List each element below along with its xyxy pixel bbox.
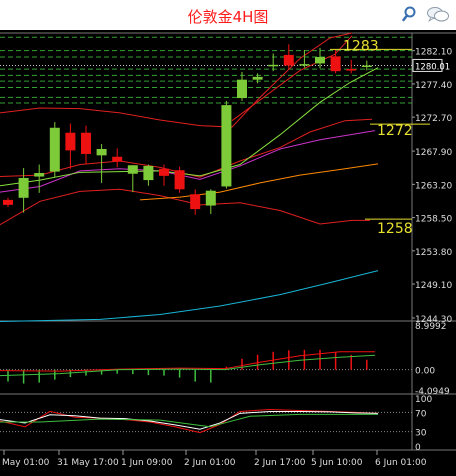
upper-band-line xyxy=(0,32,353,128)
candle xyxy=(252,73,263,84)
x-tick-label: 5 Jun 10:00 xyxy=(311,458,363,468)
x-tick-label: 31 May 17:00 xyxy=(57,458,119,468)
trend-line xyxy=(231,35,353,122)
annotation-label: 1272 xyxy=(377,123,413,139)
ma-cyan-line xyxy=(0,270,379,323)
candle xyxy=(174,166,185,193)
candle xyxy=(49,122,60,178)
price-tick-label: 1277.40 xyxy=(415,81,452,91)
x-tick-label: 2 Jun 17:00 xyxy=(254,458,306,468)
price-tick-label: 1272.70 xyxy=(415,114,452,124)
x-tick-label: 2 Jun 01:00 xyxy=(184,458,236,468)
oscillator-tick-label: 70 xyxy=(415,409,427,419)
price-tick-label: 1267.90 xyxy=(415,148,452,158)
chart-window: 伦敦金4H图 1282.10 1277.40 1272.70 1267.90 1263.… xyxy=(0,0,456,476)
x-tick-label: May 01:00 xyxy=(2,458,50,468)
svg-text:1280.01: 1280.01 xyxy=(415,62,450,72)
price-tick-label: 1282.10 xyxy=(415,48,452,58)
oscillator-tick-label: 30 xyxy=(415,429,427,439)
price-tick-label: 1253.80 xyxy=(415,248,452,258)
histogram-tick-label: 0.00 xyxy=(415,367,435,377)
annotation-label: 1283 xyxy=(343,38,379,54)
candle xyxy=(34,164,45,193)
price-tick-label: 1249.10 xyxy=(415,281,452,291)
histogram-tick-label: 8.9992 xyxy=(415,322,447,332)
candle xyxy=(18,168,29,213)
signal-line-red xyxy=(0,351,375,372)
candle xyxy=(112,148,123,168)
candle xyxy=(268,53,279,72)
candle xyxy=(81,125,91,165)
oscillator-line-green xyxy=(0,413,378,428)
candle xyxy=(96,144,107,183)
price-chart: 1282.10 1277.40 1272.70 1267.90 1263.20 1258.… xyxy=(0,32,456,468)
current-price-label: 1280.01 xyxy=(412,58,450,72)
candle xyxy=(346,59,357,74)
lower-band-line xyxy=(0,188,370,226)
candle xyxy=(3,197,13,207)
candle xyxy=(143,164,154,186)
candle xyxy=(205,189,216,215)
oscillator-tick-label: 0 xyxy=(415,443,421,453)
candle xyxy=(221,100,232,189)
oscillator-tick-label: 100 xyxy=(415,395,432,405)
signal-line-green xyxy=(0,354,376,377)
x-tick-label: 6 Jun 01:00 xyxy=(375,458,427,468)
price-tick-label: 1258.50 xyxy=(415,215,452,225)
candle xyxy=(190,189,201,215)
annotation-label: 1258 xyxy=(377,221,413,237)
candle xyxy=(65,123,76,169)
price-tick-label: 1263.20 xyxy=(415,181,452,191)
x-tick-label: 1 Jun 09:00 xyxy=(121,458,173,468)
candle xyxy=(127,165,138,193)
candle xyxy=(237,71,247,101)
candle xyxy=(330,49,341,74)
